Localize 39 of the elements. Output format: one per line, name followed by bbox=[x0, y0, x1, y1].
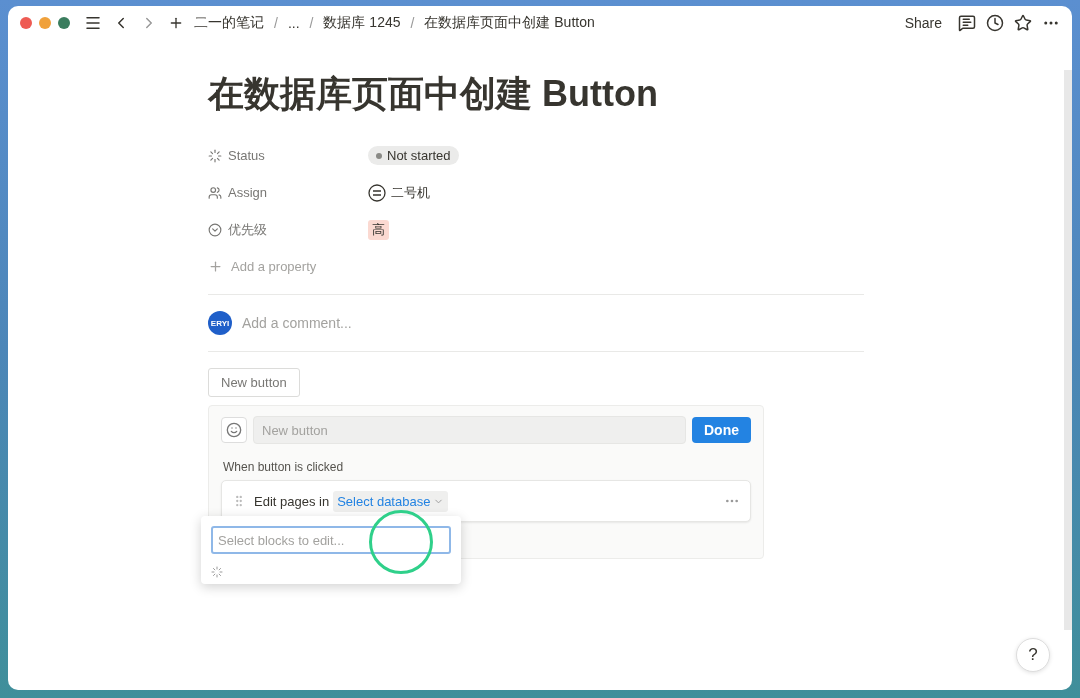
database-selector[interactable]: Select database bbox=[333, 490, 449, 512]
plus-icon bbox=[208, 258, 223, 274]
comment-icon[interactable] bbox=[958, 14, 976, 32]
priority-tag[interactable]: 高 bbox=[368, 219, 389, 240]
help-button[interactable]: ? bbox=[1016, 638, 1050, 672]
plus-icon[interactable] bbox=[168, 15, 184, 31]
trigger-label: When button is clicked bbox=[223, 460, 345, 474]
page-title: 在数据库页面中创建 Button bbox=[208, 72, 659, 116]
smiley-icon bbox=[226, 422, 242, 438]
maximize-window-icon[interactable] bbox=[58, 17, 70, 29]
menu-icon[interactable] bbox=[84, 14, 102, 32]
action-text: Edit pages in bbox=[254, 493, 330, 509]
button-name-field[interactable]: New button bbox=[253, 416, 686, 444]
people-icon bbox=[208, 185, 222, 200]
share-button[interactable]: Share bbox=[904, 15, 942, 31]
user-avatar: ERYI bbox=[208, 311, 232, 335]
dropdown-circle-icon bbox=[208, 222, 222, 237]
clock-icon[interactable] bbox=[986, 14, 1004, 32]
property-label[interactable]: Assign bbox=[228, 185, 268, 200]
breadcrumb-link[interactable]: 在数据库页面中创建 Button bbox=[424, 14, 595, 32]
breadcrumb-separator: / bbox=[410, 15, 415, 31]
breadcrumb-separator: / bbox=[274, 15, 278, 31]
status-pill[interactable]: Not started bbox=[368, 146, 459, 165]
scrollbar[interactable] bbox=[1064, 70, 1072, 630]
assignee-name[interactable]: 二号机 bbox=[368, 183, 430, 202]
block-search-field[interactable]: Select blocks to edit... bbox=[211, 526, 451, 554]
emoji-button[interactable] bbox=[221, 417, 247, 443]
new-button[interactable]: New button bbox=[208, 368, 300, 397]
person-avatar-icon bbox=[368, 183, 386, 202]
breadcrumb-link[interactable]: 二一的笔记 bbox=[194, 14, 264, 32]
breadcrumb-link[interactable]: 数据库 1245 bbox=[323, 14, 401, 32]
breadcrumb-separator: / bbox=[309, 15, 314, 31]
breadcrumb-link[interactable]: ... bbox=[287, 15, 300, 31]
status-dot-icon bbox=[376, 152, 382, 159]
star-icon[interactable] bbox=[1014, 14, 1032, 32]
close-window-icon[interactable] bbox=[20, 17, 32, 29]
property-label[interactable]: Status bbox=[228, 148, 265, 163]
done-button[interactable]: Done bbox=[692, 417, 751, 443]
property-label[interactable]: 优先级 bbox=[228, 220, 267, 239]
